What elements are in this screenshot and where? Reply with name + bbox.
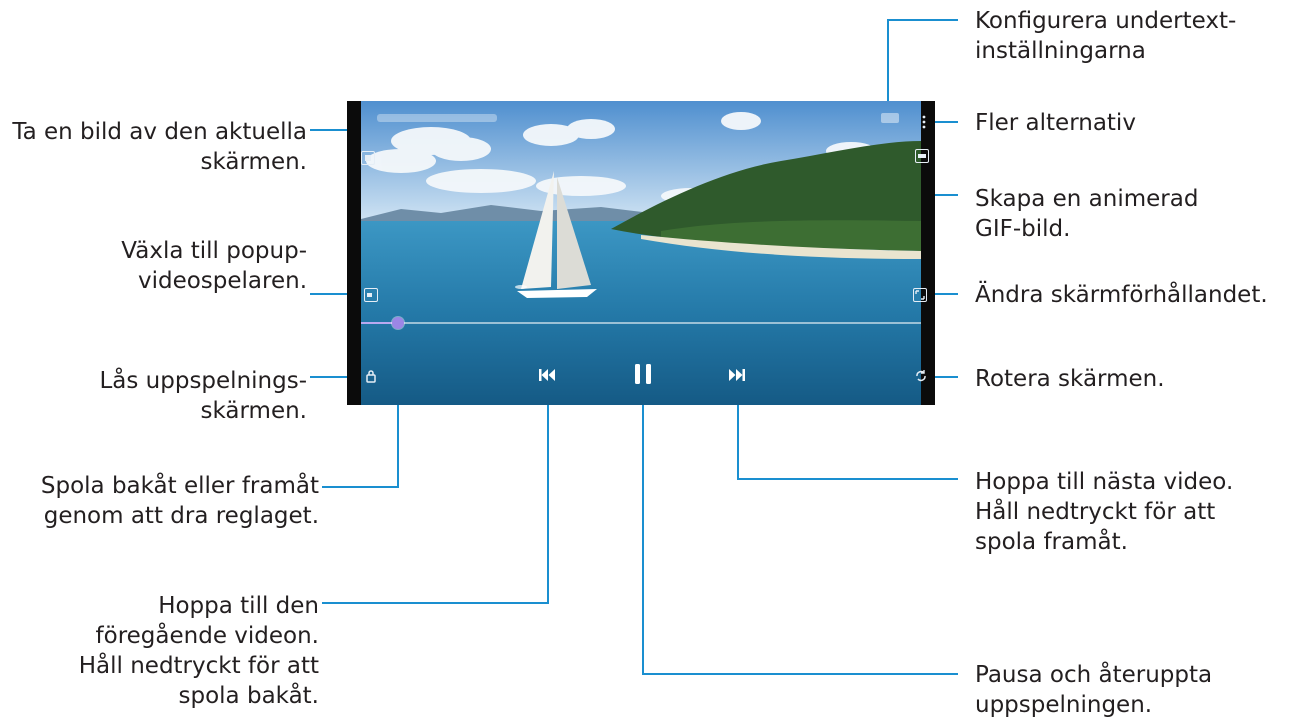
callout-text: Hoppa till nästa video.	[975, 469, 1234, 495]
callout-text: videospelaren.	[137, 268, 307, 294]
video-frame[interactable]	[361, 101, 921, 405]
video-player-screen	[347, 101, 935, 405]
more-options-icon[interactable]	[917, 115, 931, 129]
rotate-icon[interactable]	[914, 369, 928, 383]
callout-text: föregående videon.	[95, 623, 319, 649]
callout-text: Håll nedtryckt för att	[78, 653, 319, 679]
popup-icon[interactable]	[364, 288, 378, 302]
callout-text: GIF-bild.	[975, 216, 1071, 242]
line-subtitles	[887, 19, 958, 108]
callout-text: Fler alternativ	[975, 110, 1136, 136]
callout-lock: Lås uppspelnings- skärmen.	[99, 366, 307, 426]
callout-next: Hoppa till nästa video. Håll nedtryckt f…	[975, 467, 1233, 557]
callout-text: inställningarna	[975, 38, 1146, 64]
callout-text: Pausa och återuppta	[975, 662, 1213, 688]
callout-text: Lås uppspelnings-	[99, 368, 307, 394]
callout-text: Ändra skärmförhållandet.	[975, 282, 1268, 308]
callout-text: skärmen.	[200, 149, 308, 175]
callout-text: Växla till popup-	[121, 238, 307, 264]
previous-icon[interactable]	[538, 367, 556, 387]
callout-text: spola bakåt.	[178, 683, 319, 709]
lock-icon[interactable]	[364, 369, 378, 383]
callout-text: skärmen.	[200, 398, 308, 424]
pause-icon[interactable]	[633, 363, 653, 389]
callout-text: Hoppa till den	[158, 593, 319, 619]
callout-text: Ta en bild av den aktuella	[12, 119, 307, 145]
callout-text: Spola bakåt eller framåt	[40, 473, 319, 499]
seek-track[interactable]	[361, 322, 921, 324]
callout-screenshot: Ta en bild av den aktuella skärmen.	[12, 117, 307, 177]
callout-subtitles: Konfigurera undertext- inställningarna	[975, 6, 1236, 66]
callout-text: spola framåt.	[975, 529, 1128, 555]
callout-gif: Skapa en animerad GIF-bild.	[975, 184, 1198, 244]
callout-text: genom att dra reglaget.	[43, 503, 319, 529]
callout-ratio: Ändra skärmförhållandet.	[975, 280, 1268, 310]
callout-text: Skapa en animerad	[975, 186, 1199, 212]
callout-rotate: Rotera skärmen.	[975, 364, 1165, 394]
line-pause	[642, 383, 958, 675]
gif-icon[interactable]	[915, 149, 929, 163]
screenshot-icon[interactable]	[361, 151, 375, 165]
callout-text: Håll nedtryckt för att	[975, 499, 1216, 525]
video-scene	[361, 101, 921, 405]
callout-seek: Spola bakåt eller framåt genom att dra r…	[41, 471, 319, 531]
subtitles-icon[interactable]	[881, 113, 899, 123]
callout-pause: Pausa och återuppta uppspelningen.	[975, 660, 1212, 720]
line-previous	[322, 383, 549, 604]
video-title	[377, 114, 497, 122]
callout-text: Rotera skärmen.	[975, 366, 1165, 392]
callout-text: Konfigurera undertext-	[975, 8, 1237, 34]
seek-handle[interactable]	[392, 317, 404, 329]
callout-popup: Växla till popup- videospelaren.	[121, 236, 307, 296]
next-icon[interactable]	[728, 367, 746, 387]
callout-text: uppspelningen.	[975, 692, 1153, 718]
callout-previous: Hoppa till den föregående videon. Håll n…	[79, 591, 319, 711]
callout-more: Fler alternativ	[975, 108, 1136, 138]
aspect-ratio-icon[interactable]	[913, 288, 927, 302]
